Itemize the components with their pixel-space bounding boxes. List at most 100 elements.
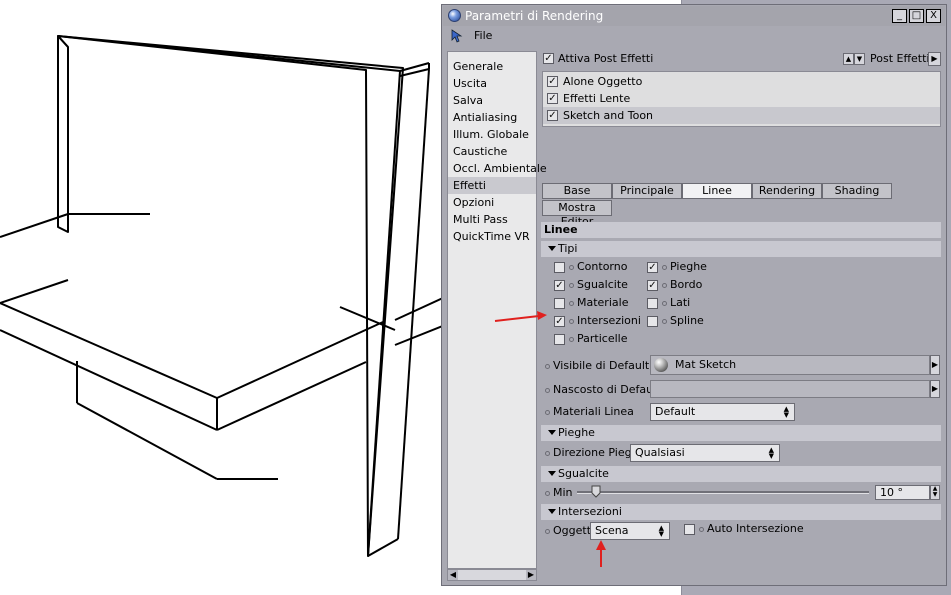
sidebar-item-salva[interactable]: Salva [448, 92, 536, 109]
contorno-label: Contorno [577, 260, 628, 273]
minimize-button[interactable]: _ [892, 9, 907, 23]
collapse-triangle-icon [548, 430, 556, 435]
sgualcite-label: Sgualcite [577, 278, 628, 291]
spline-checkbox[interactable] [647, 316, 658, 327]
sidebar-item-antialiasing[interactable]: Antialiasing [448, 109, 536, 126]
nascosto-default-field[interactable] [650, 380, 930, 398]
alone-oggetto-label: Alone Oggetto [563, 75, 643, 88]
tipi-header-label: Tipi [558, 242, 578, 255]
param-dot-icon [569, 337, 574, 342]
sidebar-item-multi-pass[interactable]: Multi Pass [448, 211, 536, 228]
sidebar-item-uscita[interactable]: Uscita [448, 75, 536, 92]
bordo-checkbox[interactable]: ✓ [647, 280, 658, 291]
cursor-arrow-icon[interactable] [449, 29, 465, 43]
collapse-triangle-icon [548, 509, 556, 514]
alone-oggetto-checkbox[interactable]: ✓ [547, 76, 558, 87]
effects-panel: ✓ Attiva Post Effetti ▲ ▼ Post Effetti ▶… [541, 49, 943, 583]
collapse-triangle-icon [548, 471, 556, 476]
oggetti-label: Oggetti [553, 524, 595, 537]
min-label: Min [553, 486, 573, 499]
auto-intersezione-checkbox[interactable] [684, 524, 695, 535]
updown-arrows-icon: ▲ ▼ [658, 524, 664, 538]
min-stepper-icon[interactable]: ▲ ▼ [930, 485, 940, 500]
tipi-group-header[interactable]: Tipi [541, 241, 941, 257]
window-title: Parametri di Rendering [465, 9, 604, 23]
sketch-and-toon-checkbox[interactable]: ✓ [547, 110, 558, 121]
sidebar-item-caustiche[interactable]: Caustiche [448, 143, 536, 160]
app-sphere-icon [448, 9, 461, 22]
auto-intersezione-label: Auto Intersezione [707, 522, 804, 535]
scroll-right-icon[interactable]: ▶ [526, 570, 536, 580]
param-dot-icon [545, 388, 550, 393]
effetti-lente-checkbox[interactable]: ✓ [547, 93, 558, 104]
list-item-sketch-and-toon[interactable]: ✓ Sketch and Toon [543, 107, 940, 124]
sidebar-horizontal-scrollbar[interactable]: ◀ ▶ [447, 569, 537, 581]
min-slider-track[interactable] [577, 491, 869, 494]
visibile-default-field[interactable]: Mat Sketch [650, 355, 930, 375]
collapse-triangle-icon [548, 246, 556, 251]
direzione-piega-value: Qualsiasi [635, 446, 685, 459]
enable-post-effects-label: Attiva Post Effetti [558, 52, 654, 65]
list-item-effetti-lente[interactable]: ✓ Effetti Lente [543, 90, 940, 107]
materiali-linea-value: Default [655, 405, 696, 418]
move-up-icon[interactable]: ▲ [843, 53, 854, 65]
visibile-default-value: Mat Sketch [675, 358, 737, 371]
intersezioni-label: Intersezioni [577, 314, 641, 327]
visibile-menu-arrow-icon[interactable]: ▶ [930, 355, 940, 375]
sidebar-item-effetti[interactable]: Effetti [448, 177, 536, 194]
enable-post-effects-checkbox[interactable]: ✓ [543, 53, 554, 64]
param-dot-icon [699, 527, 704, 532]
menu-file[interactable]: File [474, 29, 492, 42]
pieghe-group-header[interactable]: Pieghe [541, 425, 941, 441]
sgualcite-group-header[interactable]: Sgualcite [541, 466, 941, 482]
annotation-arrow-up-icon [596, 540, 606, 567]
intersezioni-header-label: Intersezioni [558, 505, 622, 518]
direzione-piega-dropdown[interactable]: Qualsiasi ▲ ▼ [630, 444, 780, 462]
effetti-lente-label: Effetti Lente [563, 92, 631, 105]
maximize-button[interactable]: □ [909, 9, 924, 23]
mostra-editor-button[interactable]: Mostra Editor [542, 200, 612, 228]
intersezioni-group-header[interactable]: Intersezioni [541, 504, 941, 520]
title-bar[interactable]: Parametri di Rendering _ □ X [443, 6, 945, 26]
contorno-checkbox[interactable] [554, 262, 565, 273]
min-slider-thumb-icon[interactable] [591, 485, 601, 498]
sidebar-item-quicktime-vr[interactable]: QuickTime VR [448, 228, 536, 245]
visibile-default-label: Visibile di Default [553, 359, 650, 372]
materiale-checkbox[interactable] [554, 298, 565, 309]
nascosto-default-label: Nascosto di Default [553, 383, 661, 396]
param-dot-icon [662, 265, 667, 270]
post-effects-dropdown-label[interactable]: Post Effetti [870, 52, 930, 65]
tab-linee[interactable]: Linee [682, 183, 752, 199]
param-dot-icon [662, 319, 667, 324]
3d-viewport [0, 0, 445, 595]
lati-checkbox[interactable] [647, 298, 658, 309]
linee-header-label: Linee [544, 223, 578, 236]
min-value-field[interactable]: 10 ° [875, 485, 930, 500]
tab-base[interactable]: Base [542, 183, 612, 199]
sidebar-item-illum-globale[interactable]: Illum. Globale [448, 126, 536, 143]
updown-arrows-icon: ▲ ▼ [783, 405, 789, 419]
move-down-icon[interactable]: ▼ [854, 53, 865, 65]
annotation-arrow-right-icon [494, 311, 547, 322]
materiali-linea-label: Materiali Linea [553, 405, 634, 418]
particelle-label: Particelle [577, 332, 628, 345]
pieghe-checkbox[interactable]: ✓ [647, 262, 658, 273]
sgualcite-checkbox[interactable]: ✓ [554, 280, 565, 291]
sidebar-item-occl-ambientale[interactable]: Occl. Ambientale [448, 160, 547, 177]
tab-rendering[interactable]: Rendering [752, 183, 822, 199]
tab-shading[interactable]: Shading [822, 183, 892, 199]
oggetti-value: Scena [595, 524, 629, 537]
oggetti-dropdown[interactable]: Scena ▲ ▼ [590, 522, 670, 540]
post-effects-menu-arrow-icon[interactable]: ▶ [928, 52, 941, 66]
materiali-linea-dropdown[interactable]: Default ▲ ▼ [650, 403, 795, 421]
param-dot-icon [545, 410, 550, 415]
particelle-checkbox[interactable] [554, 334, 565, 345]
tab-principale[interactable]: Principale [612, 183, 682, 199]
sidebar-item-generale[interactable]: Generale [448, 58, 536, 75]
close-button[interactable]: X [926, 9, 941, 23]
sidebar-item-opzioni[interactable]: Opzioni [448, 194, 536, 211]
intersezioni-checkbox[interactable]: ✓ [554, 316, 565, 327]
nascosto-menu-arrow-icon[interactable]: ▶ [930, 380, 940, 398]
list-item-alone-oggetto[interactable]: ✓ Alone Oggetto [543, 73, 940, 90]
scroll-left-icon[interactable]: ◀ [448, 570, 458, 580]
